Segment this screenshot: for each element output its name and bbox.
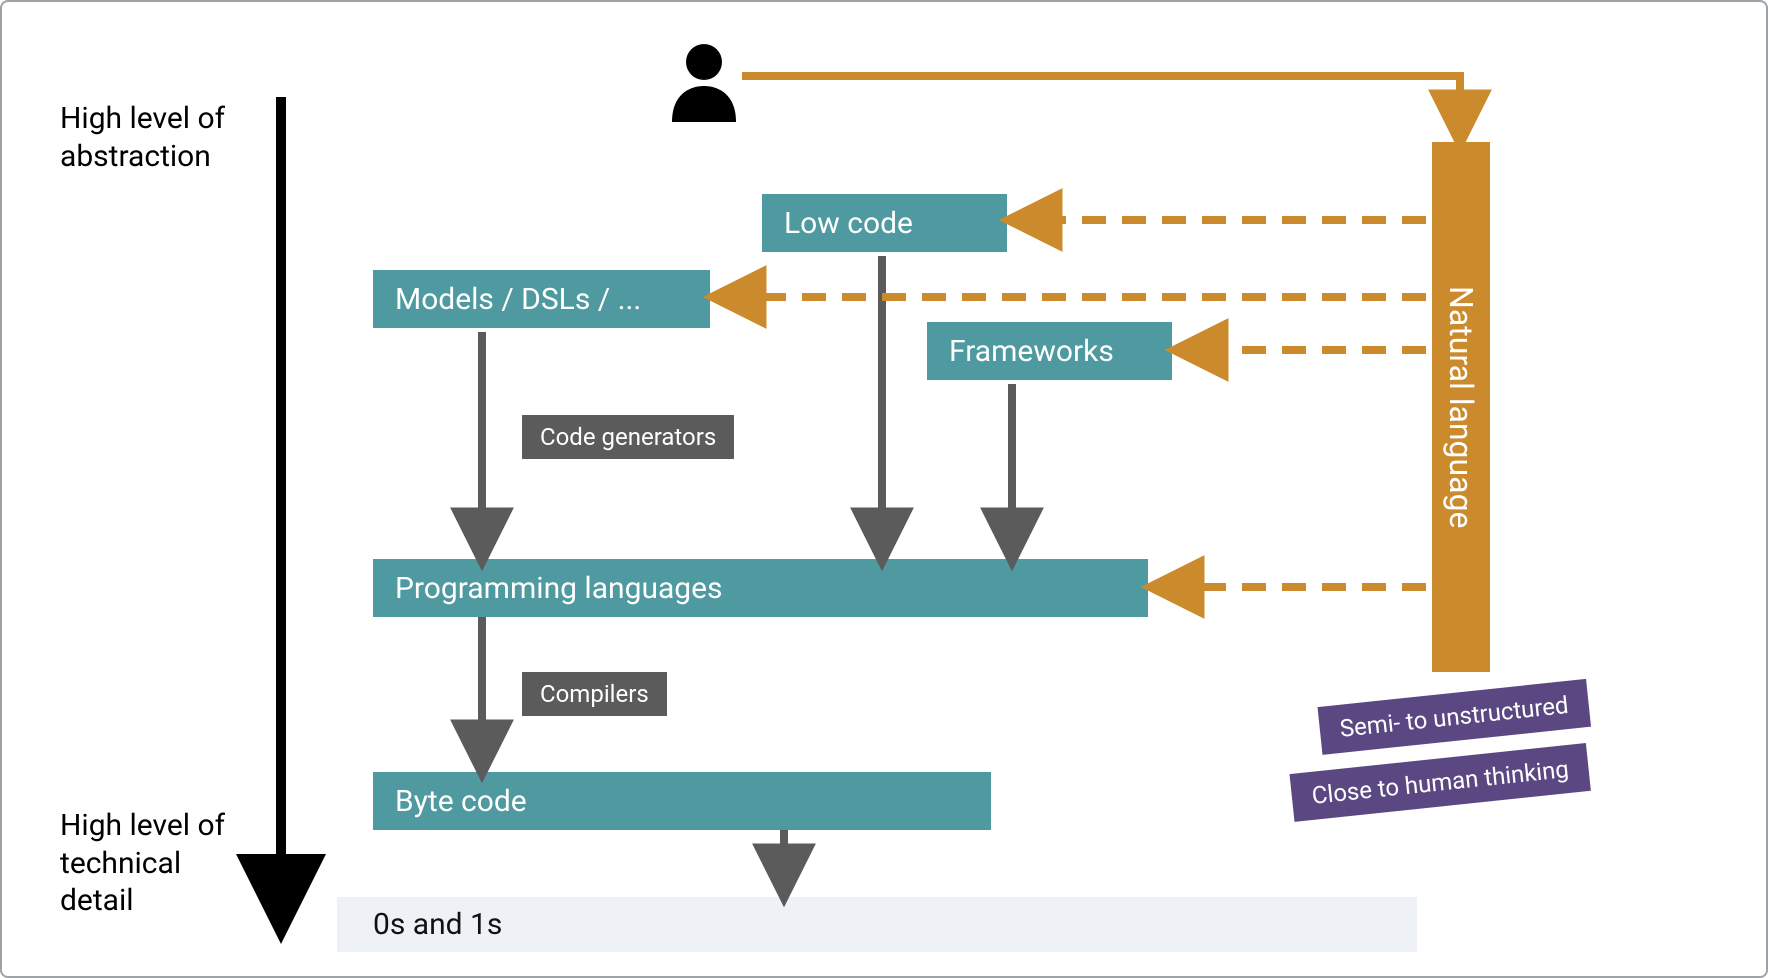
axis-top-line1: High level of	[60, 101, 225, 136]
node-zeros-ones: 0s and 1s	[337, 897, 1417, 952]
diagram-frame: High level of abstraction High level of …	[0, 0, 1768, 978]
node-low-code-label: Low code	[784, 206, 913, 241]
note-semi-unstructured-label: Semi- to unstructured	[1338, 691, 1569, 743]
note-human-thinking-label: Close to human thinking	[1310, 755, 1570, 810]
node-natural-language-label: Natural language	[1442, 286, 1480, 529]
node-low-code: Low code	[762, 194, 1007, 252]
axis-bottom-label: High level of technical detail	[60, 807, 225, 920]
node-natural-language: Natural language	[1432, 142, 1490, 672]
axis-top-line2: abstraction	[60, 139, 211, 174]
note-human-thinking: Close to human thinking	[1289, 743, 1591, 822]
tag-code-generators: Code generators	[522, 415, 734, 459]
axis-bottom-line2: technical	[60, 846, 181, 881]
tag-compilers-label: Compilers	[540, 680, 649, 708]
node-frameworks: Frameworks	[927, 322, 1172, 380]
person-icon	[666, 38, 742, 126]
node-byte-code: Byte code	[373, 772, 991, 830]
node-models-dsls: Models / DSLs / ...	[373, 270, 710, 328]
axis-top-label: High level of abstraction	[60, 100, 225, 175]
note-semi-unstructured: Semi- to unstructured	[1317, 679, 1590, 755]
tag-code-generators-label: Code generators	[540, 423, 716, 451]
node-byte-code-label: Byte code	[395, 784, 527, 819]
tag-compilers: Compilers	[522, 672, 667, 716]
axis-bottom-line3: detail	[60, 883, 134, 918]
node-models-dsls-label: Models / DSLs / ...	[395, 282, 641, 317]
node-programming-languages-label: Programming languages	[395, 571, 723, 606]
axis-bottom-line1: High level of	[60, 808, 225, 843]
node-programming-languages: Programming languages	[373, 559, 1148, 617]
node-frameworks-label: Frameworks	[949, 334, 1114, 369]
node-zeros-ones-label: 0s and 1s	[373, 907, 502, 942]
arrows-layer	[2, 2, 1768, 978]
arrow-person-to-natlang	[742, 76, 1460, 132]
